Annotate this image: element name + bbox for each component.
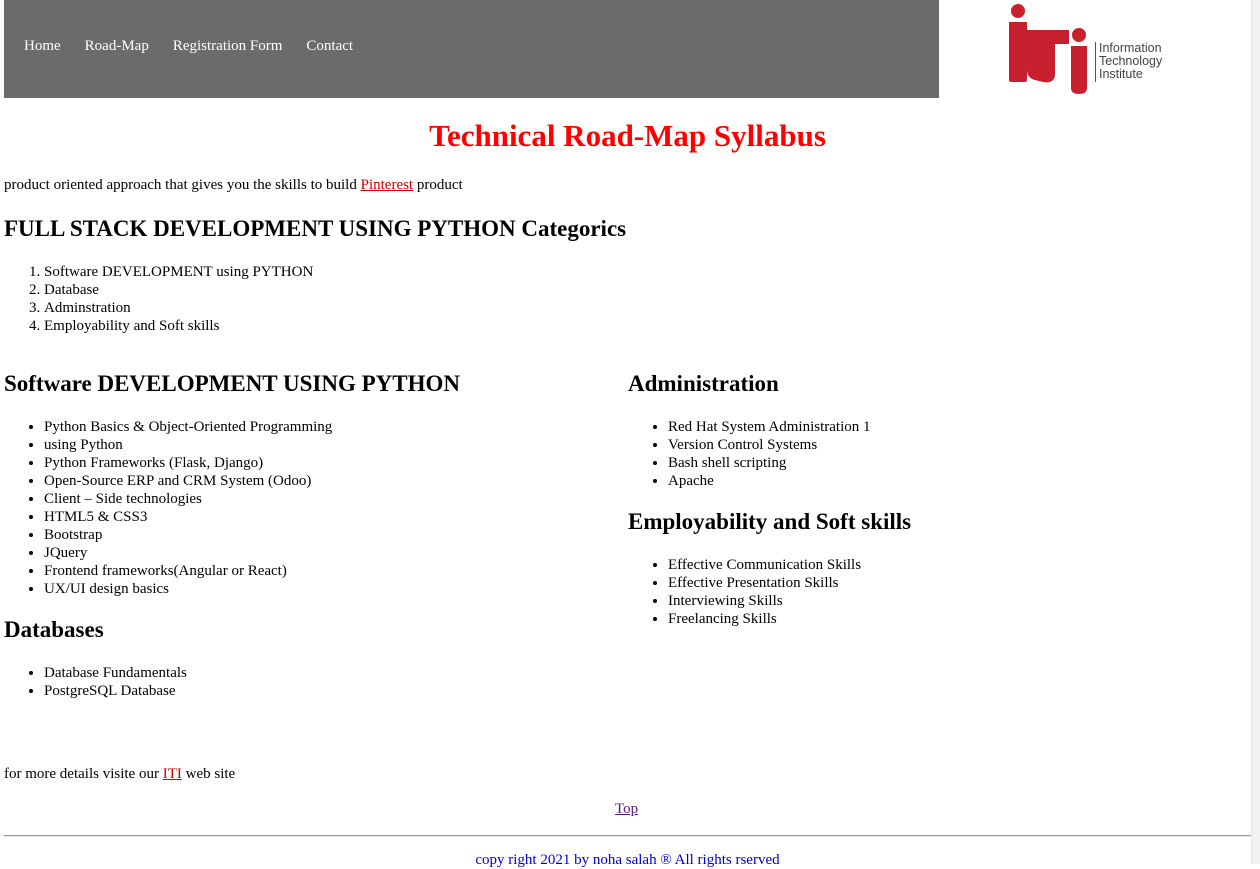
details-text-after: web site bbox=[181, 766, 236, 782]
header-bar: Home Road-Map Registration Form Contact bbox=[4, 0, 939, 98]
list-item: Adminstration bbox=[44, 299, 313, 317]
databases-heading: Databases bbox=[4, 617, 104, 642]
list-item: Red Hat System Administration 1 bbox=[668, 418, 871, 436]
list-item: using Python bbox=[44, 436, 332, 454]
details-paragraph: for more details visite our ITI web site bbox=[4, 766, 235, 783]
iti-logo: Information Technology Institute bbox=[1005, 2, 1195, 97]
databases-list: Database Fundamentals PostgreSQL Databas… bbox=[4, 664, 187, 700]
list-item: Open-Source ERP and CRM System (Odoo) bbox=[44, 472, 332, 490]
list-item: Interviewing Skills bbox=[668, 592, 861, 610]
list-item: Python Frameworks (Flask, Django) bbox=[44, 454, 332, 472]
list-item: HTML5 & CSS3 bbox=[44, 508, 332, 526]
list-item: Python Basics & Object-Oriented Programm… bbox=[44, 418, 332, 436]
nav-home-link[interactable]: Home bbox=[24, 38, 61, 55]
list-item: Effective Communication Skills bbox=[668, 556, 861, 574]
list-item: Frontend frameworks(Angular or React) bbox=[44, 562, 332, 580]
copyright-text: copy right 2021 by noha salah ® All righ… bbox=[475, 852, 780, 868]
categories-heading: FULL STACK DEVELOPMENT USING PYTHON Cate… bbox=[4, 216, 627, 241]
details-text-before: for more details visite our bbox=[4, 766, 163, 782]
employability-list: Effective Communication Skills Effective… bbox=[628, 556, 861, 628]
list-item: Software DEVELOPMENT using PYTHON bbox=[44, 263, 313, 281]
list-item: Database bbox=[44, 281, 313, 299]
list-item: Freelancing Skills bbox=[668, 610, 861, 628]
list-item: Effective Presentation Skills bbox=[668, 574, 861, 592]
logo-text: Information Technology Institute bbox=[1099, 42, 1162, 81]
list-item: Client – Side technologies bbox=[44, 490, 332, 508]
list-item: Apache bbox=[668, 472, 871, 490]
list-item: JQuery bbox=[44, 544, 332, 562]
software-list: Python Basics & Object-Oriented Programm… bbox=[4, 418, 332, 598]
administration-list: Red Hat System Administration 1 Version … bbox=[628, 418, 871, 490]
page-title: Technical Road-Map Syllabus bbox=[429, 118, 826, 153]
footer-divider bbox=[4, 835, 1251, 837]
employability-heading: Employability and Soft skills bbox=[628, 509, 912, 534]
intro-paragraph: product oriented approach that gives you… bbox=[4, 177, 463, 194]
nav-contact-link[interactable]: Contact bbox=[306, 38, 353, 55]
nav-registration-form-link[interactable]: Registration Form bbox=[173, 38, 283, 55]
main-nav: Home Road-Map Registration Form Contact bbox=[4, 38, 357, 55]
list-item: Database Fundamentals bbox=[44, 664, 187, 682]
iti-website-link[interactable]: ITI bbox=[163, 766, 182, 782]
pinterest-link[interactable]: Pinterest bbox=[361, 177, 414, 193]
software-heading: Software DEVELOPMENT USING PYTHON bbox=[4, 371, 460, 396]
list-item: Version Control Systems bbox=[668, 436, 871, 454]
intro-text-after: product bbox=[413, 177, 463, 193]
categories-list: Software DEVELOPMENT using PYTHON Databa… bbox=[4, 263, 313, 335]
logo-line-institute: Institute bbox=[1099, 67, 1143, 81]
list-item: Bash shell scripting bbox=[668, 454, 871, 472]
list-item: Employability and Soft skills bbox=[44, 317, 313, 335]
list-item: PostgreSQL Database bbox=[44, 682, 187, 700]
intro-text-before: product oriented approach that gives you… bbox=[4, 177, 361, 193]
administration-heading: Administration bbox=[628, 371, 779, 396]
list-item: Bootstrap bbox=[44, 526, 332, 544]
list-item: UX/UI design basics bbox=[44, 580, 332, 598]
nav-road-map-link[interactable]: Road-Map bbox=[85, 38, 149, 55]
iti-logo-mark-icon bbox=[1009, 4, 1087, 94]
top-link[interactable]: Top bbox=[615, 801, 638, 818]
